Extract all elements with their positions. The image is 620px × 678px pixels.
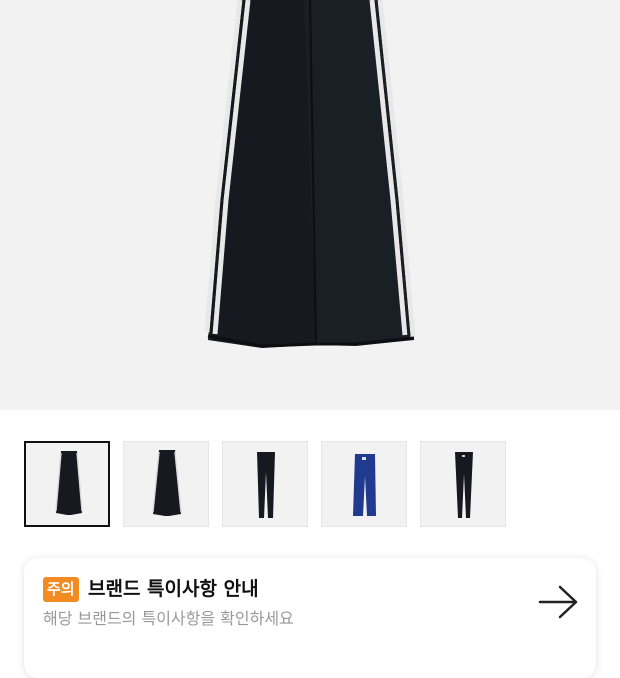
- thumbnail-2[interactable]: [123, 441, 209, 527]
- thumbnail-4[interactable]: [321, 441, 407, 527]
- thumbnail-3[interactable]: [222, 441, 308, 527]
- caution-badge: 주의: [43, 577, 79, 602]
- brand-notice-card[interactable]: 주의 브랜드 특이사항 안내 해당 브랜드의 특이사항을 확인하세요: [24, 558, 596, 678]
- thumbnail-5[interactable]: [420, 441, 506, 527]
- notice-subtitle: 해당 브랜드의 특이사항을 확인하세요: [43, 609, 294, 628]
- arrow-right-icon[interactable]: [538, 584, 580, 620]
- thumbnail-1[interactable]: [24, 441, 110, 527]
- navy-track-pants-thumb: [353, 454, 376, 516]
- pants-illustration: [204, 0, 416, 348]
- black-wide-pants-back-thumb: [152, 450, 182, 516]
- notice-title: 브랜드 특이사항 안내: [88, 578, 259, 600]
- product-main-image[interactable]: [0, 0, 620, 410]
- black-leggings-thumb: [455, 452, 473, 518]
- black-slim-pants-thumb: [257, 452, 275, 518]
- thumbnail-strip: [24, 441, 524, 529]
- black-wide-pants-thumb: [55, 451, 83, 515]
